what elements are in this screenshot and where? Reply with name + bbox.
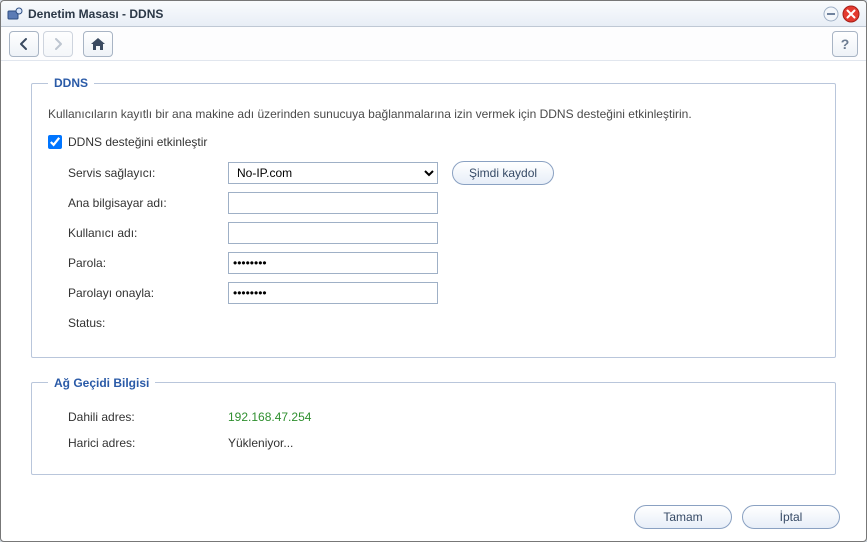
hostname-label: Ana bilgisayar adı:: [68, 196, 228, 210]
help-button[interactable]: ?: [832, 31, 858, 57]
confirm-password-input[interactable]: [228, 282, 438, 304]
minimize-icon[interactable]: [822, 5, 840, 23]
username-input[interactable]: [228, 222, 438, 244]
ok-button[interactable]: Tamam: [634, 505, 732, 529]
register-now-button[interactable]: Şimdi kaydol: [452, 161, 554, 185]
confirm-password-label: Parolayı onayla:: [68, 286, 228, 300]
external-address-value: Yükleniyor...: [228, 436, 293, 450]
cancel-button[interactable]: İptal: [742, 505, 840, 529]
ddns-description: Kullanıcıların kayıtlı bir ana makine ad…: [48, 106, 819, 123]
provider-label: Servis sağlayıcı:: [68, 166, 228, 180]
content-area: DDNS Kullanıcıların kayıtlı bir ana maki…: [11, 62, 856, 491]
control-panel-window: Denetim Masası - DDNS ? DDNS Kullanıcıla…: [0, 0, 867, 542]
footer-buttons: Tamam İptal: [634, 505, 840, 529]
enable-ddns-label: DDNS desteğini etkinleştir: [68, 135, 207, 149]
external-address-label: Harici adres:: [68, 436, 228, 450]
gateway-fieldset: Ağ Geçidi Bilgisi Dahili adres: 192.168.…: [31, 376, 836, 475]
internal-address-value: 192.168.47.254: [228, 410, 311, 424]
home-button[interactable]: [83, 31, 113, 57]
back-button[interactable]: [9, 31, 39, 57]
status-label: Status:: [68, 316, 228, 330]
app-icon: [7, 6, 23, 22]
internal-address-label: Dahili adres:: [68, 410, 228, 424]
gateway-legend: Ağ Geçidi Bilgisi: [48, 376, 155, 390]
username-label: Kullanıcı adı:: [68, 226, 228, 240]
provider-select[interactable]: No-IP.com: [228, 162, 438, 184]
ddns-fieldset: DDNS Kullanıcıların kayıtlı bir ana maki…: [31, 76, 836, 358]
ddns-legend: DDNS: [48, 76, 94, 90]
password-label: Parola:: [68, 256, 228, 270]
password-input[interactable]: [228, 252, 438, 274]
enable-ddns-checkbox[interactable]: [48, 135, 62, 149]
titlebar: Denetim Masası - DDNS: [1, 1, 866, 27]
window-title: Denetim Masası - DDNS: [28, 7, 822, 21]
toolbar: ?: [1, 27, 866, 61]
forward-button[interactable]: [43, 31, 73, 57]
close-icon[interactable]: [842, 5, 860, 23]
hostname-input[interactable]: [228, 192, 438, 214]
